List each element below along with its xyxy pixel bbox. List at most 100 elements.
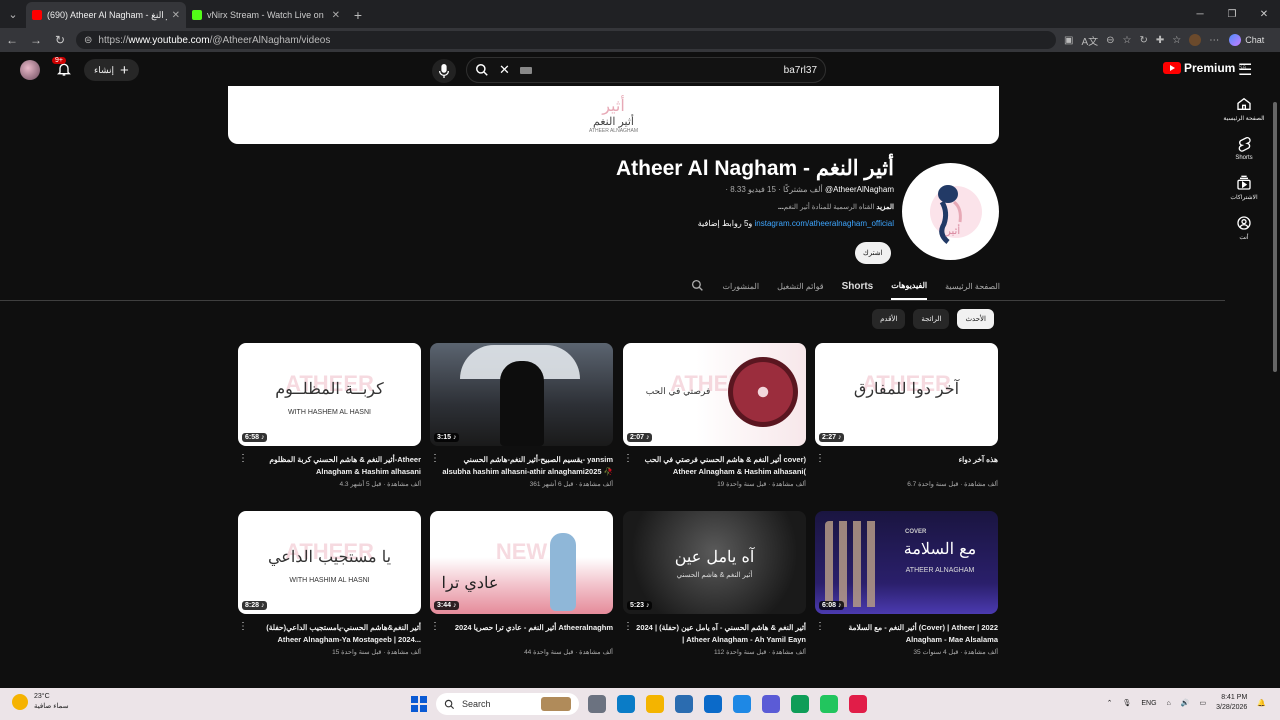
close-tab-icon[interactable]: ✕: [332, 10, 340, 21]
pinned-app-icon[interactable]: [733, 695, 751, 713]
close-tab-icon[interactable]: ✕: [172, 10, 180, 21]
clock[interactable]: 8:41 PM 3/28/2026: [1216, 693, 1247, 713]
video-more-actions-icon[interactable]: ⋮: [623, 622, 633, 632]
forward-arrow-icon[interactable]: →: [24, 28, 48, 52]
instagram-link[interactable]: instagram.com/atheeralnagham_official: [755, 219, 894, 228]
rail-item-shorts[interactable]: Shorts: [1235, 136, 1253, 161]
video-more-actions-icon[interactable]: ⋮: [623, 454, 633, 464]
tab-videos[interactable]: الفيديوهات: [891, 277, 928, 300]
browser-tab-youtube[interactable]: (690) Atheer Al Nagham - أثير النغ ✕: [26, 2, 186, 28]
video-title[interactable]: أثير النغم & هاشم الحسني كربة المظلوم-At…: [238, 454, 421, 478]
minimize-icon[interactable]: ─: [1184, 0, 1216, 28]
rail-item-you[interactable]: أنت: [1236, 215, 1252, 241]
video-title[interactable]: أثير النغم&هاشم الحسني-يامستجيب الداعي(ح…: [238, 622, 421, 646]
refresh-icon[interactable]: ↻: [48, 28, 72, 52]
video-card[interactable]: ATHEER كربــة المظلــوم WITH HASHEM AL HAS…: [238, 343, 421, 488]
rail-item-subscriptions[interactable]: الاشتراكات: [1230, 175, 1258, 201]
video-title[interactable]: يقسيم الصبيح-أثير النغم-هاشم الحسني- yan…: [430, 454, 613, 478]
copilot-chat-button[interactable]: Chat: [1229, 34, 1264, 46]
zoom-icon[interactable]: ⊖: [1106, 35, 1114, 46]
refresh-page-icon[interactable]: ↻: [1139, 35, 1147, 46]
search-box[interactable]: ✕ ba7rl37: [466, 57, 826, 83]
taskbar-search[interactable]: Search: [436, 693, 579, 715]
notifications-bell-icon[interactable]: 9+: [52, 57, 74, 79]
profile-avatar-icon[interactable]: [1189, 34, 1202, 46]
search-icon[interactable]: [475, 63, 489, 77]
video-title[interactable]: أثير النغم & هاشم الحسني فرصتي في الحب c…: [623, 454, 806, 478]
create-button[interactable]: إنشاء +: [84, 59, 139, 81]
account-avatar[interactable]: [20, 60, 40, 80]
video-thumbnail[interactable]: ATHEER كربــة المظلــوم WITH HASHEM AL HAS…: [238, 343, 421, 446]
tab-playlists[interactable]: قوائم التشغيل: [777, 278, 824, 299]
site-info-icon[interactable]: ⊜: [84, 35, 92, 46]
language-indicator[interactable]: ENG: [1141, 700, 1156, 707]
favorite-star-icon[interactable]: ☆: [1123, 35, 1132, 46]
extensions-icon[interactable]: ✚: [1156, 35, 1164, 46]
favorites-icon[interactable]: ☆: [1172, 35, 1181, 46]
page-scrollbar[interactable]: [1272, 90, 1278, 680]
pinned-app-icon[interactable]: [675, 695, 693, 713]
subscribe-button[interactable]: اشترك: [855, 242, 891, 264]
channel-search-icon[interactable]: [691, 275, 704, 302]
scrollbar-thumb[interactable]: [1273, 102, 1277, 372]
search-input[interactable]: ba7rl37: [784, 65, 817, 76]
chip-oldest[interactable]: الأقدم: [872, 309, 906, 329]
more-links-label[interactable]: و5 روابط إضافية: [698, 219, 753, 228]
pinned-app-icon[interactable]: [849, 695, 867, 713]
video-title[interactable]: أثير النغم - عادي ترا حصريا 2024 Atheera…: [430, 622, 613, 646]
video-thumbnail[interactable]: آه يامل عين أثير النغم & هاشم الحسني 5:23 …: [623, 511, 806, 614]
video-more-actions-icon[interactable]: ⋮: [815, 622, 825, 632]
address-bar[interactable]: ⊜ https://www.youtube.com/@AtheerAlNagha…: [76, 31, 1056, 49]
battery-icon[interactable]: ▭: [1200, 699, 1207, 707]
video-more-actions-icon[interactable]: ⋮: [430, 454, 440, 464]
video-card[interactable]: 3:15 ♪ يقسيم الصبيح-أثير النغم-هاشم الحسن…: [430, 343, 613, 488]
tab-shorts[interactable]: Shorts: [842, 277, 874, 300]
keyboard-icon[interactable]: [519, 66, 532, 74]
mic-tray-icon[interactable]: 🎙: [1122, 699, 1131, 707]
video-card[interactable]: ATHEER يا مستجيب الداعي WITH HASHIM AL HAS…: [238, 511, 421, 656]
more-dots-icon[interactable]: ⋯: [1209, 35, 1219, 46]
video-title[interactable]: هذه آخر دواء: [815, 454, 998, 478]
guide-menu-icon[interactable]: ☰: [1238, 60, 1252, 80]
chip-latest[interactable]: الأحدث: [957, 309, 994, 329]
tab-posts[interactable]: المنشورات: [722, 278, 759, 299]
restore-icon[interactable]: ❐: [1216, 0, 1248, 28]
new-tab-button[interactable]: +: [346, 2, 370, 28]
video-card[interactable]: ATHEER آخر دوا للمفارق 2:27 ♪ هذه آخر دواء 6…: [815, 343, 998, 488]
pinned-app-icon[interactable]: [820, 695, 838, 713]
chip-popular[interactable]: الرائجة: [913, 309, 950, 329]
tray-chevron-icon[interactable]: ⌃: [1107, 699, 1113, 707]
video-card[interactable]: NEW عادي ترا 3:44 ♪ أثير النغم - عادي ترا ح…: [430, 511, 613, 656]
video-title[interactable]: أثير النغم & هاشم الحسني - آه يامل عين (…: [623, 622, 806, 646]
video-title[interactable]: أثير النغم - مع السلامة (Cover) | Atheer…: [815, 622, 998, 646]
tab-actions-chevron-icon[interactable]: ⌄: [0, 0, 26, 28]
weather-widget[interactable]: 23°C سماء صافية: [12, 692, 69, 712]
pinned-app-icon[interactable]: [617, 695, 635, 713]
video-more-actions-icon[interactable]: ⋮: [238, 454, 248, 464]
pinned-app-icon[interactable]: [646, 695, 664, 713]
video-card[interactable]: COVER مع السلامة ATHEER ALNAGHAM 6:08 ♪ أثير…: [815, 511, 998, 656]
video-thumbnail[interactable]: ATHEER فرصتي في الحب 2:07 ♪: [623, 343, 806, 446]
close-window-icon[interactable]: ✕: [1248, 0, 1280, 28]
tab-home[interactable]: الصفحة الرئيسية: [945, 278, 1000, 299]
pinned-app-icon[interactable]: [588, 695, 606, 713]
video-thumbnail[interactable]: 3:15 ♪: [430, 343, 613, 446]
browser-tab-kick[interactable]: vNirx Stream - Watch Live on Kick ✕: [186, 2, 346, 28]
youtube-premium-logo[interactable]: Premium SA: [1163, 61, 1246, 75]
notification-center-icon[interactable]: 🔔: [1257, 699, 1266, 707]
translate-icon[interactable]: A文: [1081, 33, 1098, 48]
video-thumbnail[interactable]: ATHEER آخر دوا للمفارق 2:27 ♪: [815, 343, 998, 446]
pinned-app-icon[interactable]: [762, 695, 780, 713]
video-more-actions-icon[interactable]: ⋮: [238, 622, 248, 632]
video-thumbnail[interactable]: ATHEER يا مستجيب الداعي WITH HASHIM AL HAS…: [238, 511, 421, 614]
channel-avatar[interactable]: أثير: [902, 163, 999, 260]
rail-item-home[interactable]: الصفحة الرئيسية: [1223, 96, 1265, 122]
app-available-icon[interactable]: ▣: [1064, 35, 1073, 46]
video-card[interactable]: ATHEER فرصتي في الحب 2:07 ♪ أثير النغم & ها…: [623, 343, 806, 488]
pinned-app-icon[interactable]: [704, 695, 722, 713]
video-card[interactable]: آه يامل عين أثير النغم & هاشم الحسني 5:23 …: [623, 511, 806, 656]
network-icon[interactable]: ⌂: [1167, 700, 1171, 707]
video-thumbnail[interactable]: NEW عادي ترا 3:44 ♪: [430, 511, 613, 614]
clear-search-icon[interactable]: ✕: [499, 62, 510, 78]
pinned-app-icon[interactable]: [791, 695, 809, 713]
